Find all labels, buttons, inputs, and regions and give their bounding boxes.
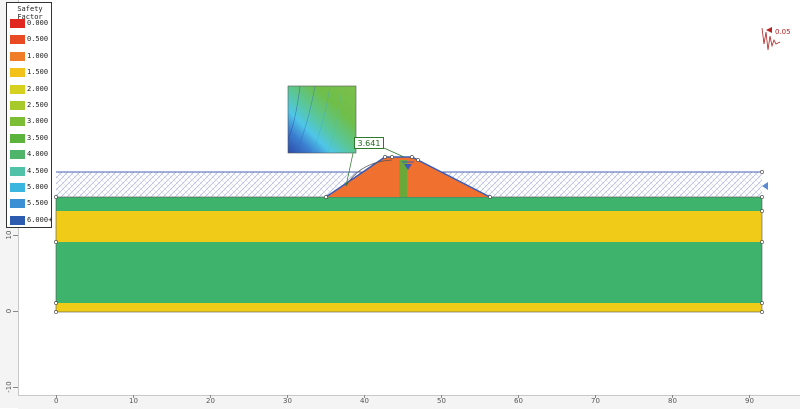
legend-label: 2.000 [27, 84, 49, 93]
legend-swatch [10, 133, 25, 143]
legend-item: 2.500 [10, 100, 50, 110]
safety-factor-contour-grid[interactable] [287, 85, 357, 154]
legend-label: 0.000 [27, 19, 49, 27]
legend-item: 6.000+ [10, 215, 53, 225]
legend-item: 2.000 [10, 84, 50, 94]
legend-swatch [10, 215, 25, 225]
seismic-arrow-icon [766, 27, 772, 33]
legend-swatch [10, 101, 25, 110]
slip-leader-line [383, 147, 405, 158]
legend-swatch [10, 35, 25, 45]
legend-item: 3.500 [10, 133, 50, 143]
legend-item: 1.500 [10, 67, 50, 78]
legend-swatch [10, 19, 25, 28]
legend-swatch [10, 166, 25, 176]
legend-item: 4.000 [10, 149, 50, 160]
soil-layer-green-top[interactable] [56, 197, 762, 211]
legend-label: 1.000 [27, 51, 49, 60]
factor-of-safety-label[interactable]: 3.641 [354, 137, 384, 149]
legend-item: 1.000 [10, 51, 50, 61]
legend-item: 0.000 [10, 18, 50, 28]
legend-swatch [10, 51, 25, 61]
soil-layer-yellow-bottom[interactable] [56, 303, 762, 312]
legend-label: 1.500 [27, 68, 49, 77]
legend-item: 5.000 [10, 182, 50, 192]
legend-label: 4.500 [27, 166, 49, 175]
legend-label: 0.500 [27, 35, 49, 44]
legend-item: 0.500 [10, 34, 50, 45]
legend-swatch [10, 183, 25, 192]
legend-label: 3.500 [27, 133, 49, 142]
soil-layer-yellow-upper[interactable] [56, 211, 762, 242]
soil-layer-green-middle[interactable] [56, 242, 762, 303]
seismic-coefficient-label: 0.05 [775, 28, 791, 36]
legend-swatch [10, 150, 25, 160]
legend-item: 4.500 [10, 166, 50, 176]
model-canvas[interactable] [0, 0, 800, 408]
legend-label: 6.000+ [27, 215, 53, 224]
slide-model-view[interactable]: 30 20 10 0 -10 0 10 20 30 40 50 60 70 80… [0, 0, 800, 409]
water-boundary-marker-icon [762, 182, 768, 190]
legend-label: 5.500 [27, 199, 49, 208]
legend-swatch [10, 84, 25, 94]
legend-label: 4.000 [27, 150, 49, 159]
legend-label: 2.500 [27, 101, 49, 109]
legend-swatch [10, 199, 25, 209]
safety-factor-legend: Safety Factor 0.000 0.500 1.000 1.500 2.000 2… [6, 2, 52, 228]
legend-swatch [10, 68, 25, 78]
legend-item: 5.500 [10, 198, 50, 209]
legend-label: 5.000 [27, 183, 49, 191]
legend-item: 3.000 [10, 116, 50, 127]
legend-label: 3.000 [27, 117, 49, 126]
legend-swatch [10, 117, 25, 127]
